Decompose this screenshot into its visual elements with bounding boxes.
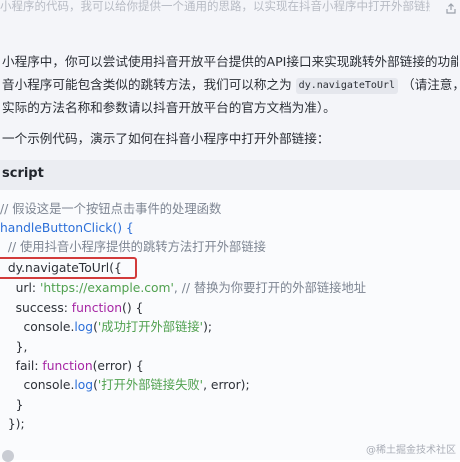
truncated-answer-line: 小程序的代码，我可以给你提供一个通用的思路，以实现在抖音小程序中打开外部链接 bbox=[0, 0, 430, 12]
code-line: // 使用抖音小程序提供的跳转方法打开外部链接 bbox=[0, 238, 266, 257]
answer-body: 小程序的代码，我可以给你提供一个通用的思路，以实现在抖音小程序中打开外部链接 小… bbox=[0, 0, 460, 462]
code-language-label: script bbox=[2, 166, 44, 181]
code-function-name: handleButtonClick() { bbox=[0, 221, 134, 235]
code-line: }, bbox=[0, 338, 28, 357]
code-key: fail: bbox=[0, 359, 43, 373]
watermark: @稀土掘金技术社区 bbox=[366, 445, 456, 456]
code-punct: }, bbox=[0, 340, 28, 354]
inline-code: dy.navigateToUrl bbox=[295, 78, 398, 94]
code-punct: () { bbox=[122, 301, 144, 315]
code-line: }); bbox=[0, 415, 25, 434]
code-line: fail: function(error) { bbox=[0, 357, 144, 376]
answer-paragraph-2-tail: （请注意，这只是 bbox=[402, 77, 458, 92]
code-method: log bbox=[74, 320, 94, 334]
code-key: url: bbox=[0, 281, 40, 295]
code-string: '成功打开外部链接' bbox=[97, 320, 204, 334]
code-key: success: bbox=[0, 301, 72, 315]
code-block: script // 假设这是一个按钮点击事件的处理函数 handleButton… bbox=[0, 160, 460, 460]
code-comment: // 使用抖音小程序提供的跳转方法打开外部链接 bbox=[0, 240, 266, 254]
code-method: log bbox=[74, 378, 94, 392]
code-line: success: function() { bbox=[0, 299, 144, 318]
code-line: handleButtonClick() { bbox=[0, 219, 134, 238]
code-punct: }); bbox=[0, 417, 25, 431]
highlight-annotation-box bbox=[0, 257, 137, 279]
code-punct: , error); bbox=[203, 378, 250, 392]
chat-panel: 小程序的代码，我可以给你提供一个通用的思路，以实现在抖音小程序中打开外部链接 小… bbox=[0, 0, 460, 462]
code-punct: } bbox=[0, 398, 24, 412]
answer-paragraph-2-text: 音小程序可能包含类似的跳转方法，我们可以称之为 bbox=[2, 77, 292, 92]
code-object: console. bbox=[0, 378, 75, 392]
code-object: console. bbox=[0, 320, 75, 334]
share-icon[interactable] bbox=[445, 3, 457, 15]
code-keyword: function bbox=[42, 359, 93, 373]
code-block-header: script bbox=[0, 160, 460, 190]
code-line: url: 'https://example.com', // 替换为你要打开的外… bbox=[0, 279, 366, 298]
code-keyword: function bbox=[71, 301, 123, 315]
bottom-action-icon[interactable] bbox=[2, 450, 14, 462]
answer-paragraph-4: 一个示例代码，演示了如何在抖音小程序中打开外部链接： bbox=[2, 131, 330, 146]
code-comment: , // 替换为你要打开的外部链接地址 bbox=[173, 281, 367, 295]
code-punct: ); bbox=[203, 320, 213, 334]
code-string: 'https://example.com' bbox=[39, 281, 174, 295]
code-comment: // 假设这是一个按钮点击事件的处理函数 bbox=[0, 202, 222, 216]
code-string: '打开外部链接失败' bbox=[97, 378, 204, 392]
code-line: console.log('成功打开外部链接'); bbox=[0, 318, 212, 337]
answer-paragraph-1: 小程序中，你可以尝试使用抖音开放平台提供的API接口来实现跳转外部链接的功能。根 bbox=[2, 54, 458, 69]
answer-paragraph-3: 实际的方法名称和参数请以抖音开放平台的官方文档为准）。 bbox=[2, 100, 336, 115]
code-line: console.log('打开外部链接失败', error); bbox=[0, 376, 250, 395]
code-line: // 假设这是一个按钮点击事件的处理函数 bbox=[0, 200, 221, 219]
code-line: } bbox=[0, 396, 24, 415]
code-punct: (error) { bbox=[92, 359, 144, 373]
answer-paragraph-2: 音小程序可能包含类似的跳转方法，我们可以称之为 dy.navigateToUrl… bbox=[2, 73, 458, 96]
